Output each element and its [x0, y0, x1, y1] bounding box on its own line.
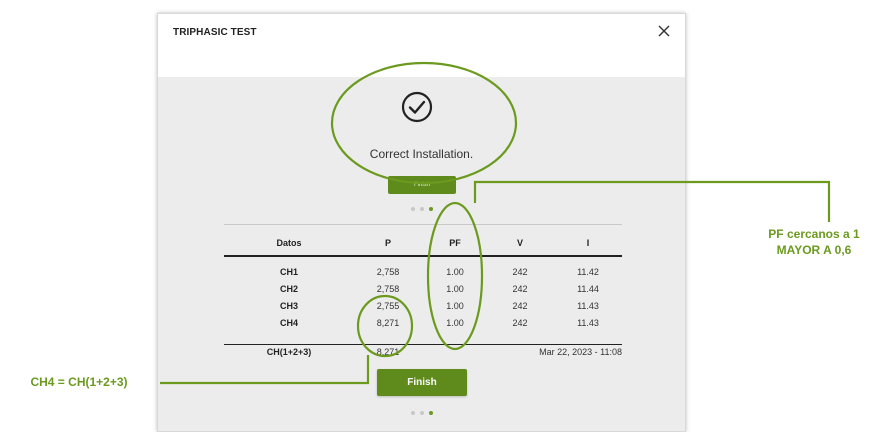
header-i: I: [586, 238, 590, 248]
row-label: CH3: [279, 301, 298, 311]
table-top-divider: [224, 224, 622, 225]
table-footer-divider: [224, 344, 622, 345]
footer-p: 8,271: [376, 347, 400, 357]
cell-v: 242: [512, 267, 528, 277]
cell-pf: 1.00: [446, 267, 464, 277]
dialog-header: TRIPHASIC TEST: [158, 14, 685, 77]
table-header-divider: [224, 255, 622, 257]
finish-button[interactable]: Finish: [377, 369, 467, 396]
table-row: CH4 8,271 1.00 242 11.43: [224, 318, 622, 335]
cell-i: 11.42: [577, 267, 599, 277]
check-circle-icon: [401, 91, 433, 123]
cell-p: 8,271: [376, 318, 400, 328]
triphasic-test-dialog: TRIPHASIC TEST Correct Installation. Fin…: [157, 13, 686, 432]
table-row: CH1 2,758 1.00 242 11.42: [224, 267, 622, 284]
page-dot-active[interactable]: [429, 207, 433, 211]
page-dot[interactable]: [411, 411, 415, 415]
cell-i: 11.43: [577, 301, 599, 311]
page-dot[interactable]: [411, 207, 415, 211]
cell-i: 11.43: [577, 318, 599, 328]
cell-p: 2,755: [376, 301, 400, 311]
cell-p: 2,758: [376, 267, 400, 277]
cell-pf: 1.00: [446, 301, 464, 311]
cell-v: 242: [512, 301, 528, 311]
page-dot[interactable]: [420, 207, 424, 211]
cell-pf: 1.00: [446, 318, 464, 328]
table-footer-row: CH(1+2+3) 8,271 Mar 22, 2023 - 11:08: [224, 347, 622, 361]
cell-v: 242: [512, 284, 528, 294]
header-p: P: [384, 238, 391, 248]
table-row: CH3 2,755 1.00 242 11.43: [224, 301, 622, 318]
dialog-title: TRIPHASIC TEST: [173, 27, 257, 38]
page-dots-bottom: [411, 411, 433, 415]
header-datos: Datos: [276, 238, 302, 248]
table-row: CH2 2,758 1.00 242 11.44: [224, 284, 622, 301]
footer-datetime: Mar 22, 2023 - 11:08: [539, 347, 622, 357]
close-icon[interactable]: [657, 24, 671, 38]
cell-v: 242: [512, 318, 528, 328]
pf-annotation-line2: MAYOR A 0,6: [776, 243, 852, 257]
cell-i: 11.44: [577, 284, 599, 294]
header-pf: PF: [449, 238, 461, 248]
table-header-row: Datos P PF V I: [224, 232, 622, 254]
cell-pf: 1.00: [446, 284, 464, 294]
row-label: CH4: [279, 318, 298, 328]
footer-label: CH(1+2+3): [266, 347, 312, 357]
page-dot[interactable]: [420, 411, 424, 415]
page-dot-active[interactable]: [429, 411, 433, 415]
row-label: CH1: [279, 267, 298, 277]
ch4-annotation: CH4 = CH(1+2+3): [30, 375, 128, 389]
header-v: V: [516, 238, 523, 248]
installation-status-text: Correct Installation.: [369, 147, 474, 161]
finish-button-small[interactable]: Finish: [388, 176, 456, 194]
pf-annotation-line1: PF cercanos a 1: [768, 227, 860, 241]
row-label: CH2: [279, 284, 298, 294]
page-dots-top: [411, 207, 433, 211]
cell-p: 2,758: [376, 284, 400, 294]
